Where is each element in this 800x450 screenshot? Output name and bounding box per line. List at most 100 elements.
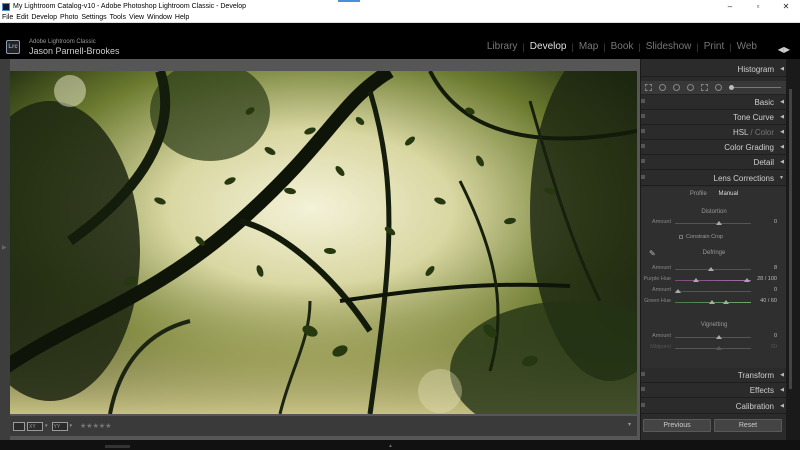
panel-toggle-icon[interactable] [641, 403, 645, 407]
red-eye-tool-icon[interactable] [673, 84, 680, 91]
slider-knob-right[interactable] [723, 300, 729, 304]
menu-develop[interactable]: Develop [31, 14, 57, 21]
slider-value[interactable]: 28 / 100 [757, 276, 777, 282]
collapse-top-arrow-icon[interactable]: ◀▶ [778, 45, 790, 54]
menu-tools[interactable]: Tools [110, 14, 126, 21]
crop-tool-icon[interactable] [645, 84, 652, 91]
panel-lens-corrections[interactable]: Lens Corrections ▼ [641, 171, 787, 186]
collapse-triangle-icon: ◀ [780, 129, 784, 135]
masking-tool-icon[interactable] [687, 84, 694, 91]
module-map[interactable]: Map [574, 41, 603, 52]
panel-toggle-icon[interactable] [641, 129, 645, 133]
spot-removal-tool-icon[interactable] [659, 84, 666, 91]
photo-preview[interactable] [10, 71, 637, 414]
compare-view-caret-icon[interactable]: ▾ [45, 423, 48, 429]
loupe-view-button[interactable] [13, 421, 25, 431]
maximize-icon[interactable]: ▫ [744, 2, 772, 11]
panel-detail[interactable]: Detail ◀ [641, 155, 787, 170]
panel-hsl-color[interactable]: HSL / Color ◀ [641, 125, 787, 140]
vignetting-midpoint-slider[interactable]: Midpoint 50 [641, 344, 787, 352]
module-web[interactable]: Web [732, 41, 762, 52]
panel-toggle-icon[interactable] [641, 114, 645, 118]
slider-track[interactable] [675, 337, 751, 338]
right-panel-scrollbar[interactable] [786, 59, 800, 440]
module-slideshow[interactable]: Slideshow [641, 41, 697, 52]
collapse-triangle-icon: ◀ [780, 66, 784, 72]
defringe-green-amount-slider[interactable]: Amount 0 [641, 287, 787, 295]
expand-left-arrow-icon: ▶ [2, 245, 7, 251]
slider-track[interactable] [675, 291, 751, 292]
slider-value[interactable]: 50 [771, 344, 777, 350]
slider-track[interactable] [675, 348, 751, 349]
top-panel-toggle-icon[interactable]: ▲ [390, 61, 396, 67]
previous-button[interactable]: Previous [643, 419, 711, 432]
green-hue-slider[interactable]: Green Hue 40 / 60 [641, 298, 787, 306]
menu-view[interactable]: View [129, 14, 144, 21]
slider-knob[interactable] [708, 267, 714, 271]
survey-view-caret-icon[interactable]: ▾ [70, 423, 73, 429]
panel-transform[interactable]: Transform ◀ [641, 368, 787, 383]
panel-basic[interactable]: Basic ◀ [641, 95, 787, 110]
slider-track[interactable] [675, 280, 751, 281]
panel-toggle-icon[interactable] [641, 144, 645, 148]
left-panel-collapse[interactable]: ▶ [0, 59, 10, 440]
panel-toggle-icon[interactable] [641, 175, 645, 179]
slider-track[interactable] [675, 223, 751, 224]
slider-value[interactable]: 0 [774, 219, 777, 225]
panel-toggle-icon[interactable] [641, 387, 645, 391]
slider-value[interactable]: 40 / 60 [760, 298, 777, 304]
scrollbar-thumb[interactable] [789, 89, 792, 389]
radial-filter-icon[interactable] [715, 84, 722, 91]
minimize-icon[interactable]: – [716, 2, 744, 11]
panel-histogram[interactable]: Histogram ◀ [641, 62, 787, 77]
menu-edit[interactable]: Edit [16, 14, 28, 21]
panel-toggle-icon[interactable] [641, 99, 645, 103]
expand-filmstrip-arrow-icon[interactable]: ▲ [388, 443, 393, 449]
panel-calibration[interactable]: Calibration ◀ [641, 399, 787, 414]
tab-profile[interactable]: Profile [690, 191, 707, 197]
menu-photo[interactable]: Photo [60, 14, 78, 21]
slider-knob-left[interactable] [709, 300, 715, 304]
distortion-amount-slider[interactable]: Amount 0 [641, 219, 787, 227]
color-label[interactable]: Color [755, 128, 774, 137]
menu-settings[interactable]: Settings [81, 14, 106, 21]
panel-toggle-icon[interactable] [641, 372, 645, 376]
slider-knob[interactable] [716, 346, 722, 350]
tab-manual[interactable]: Manual [719, 191, 739, 197]
slider-knob-right[interactable] [744, 278, 750, 282]
vignetting-amount-slider[interactable]: Amount 0 [641, 333, 787, 341]
defringe-purple-amount-slider[interactable]: Amount 8 [641, 265, 787, 273]
module-print[interactable]: Print [699, 41, 730, 52]
purple-hue-slider[interactable]: Purple Hue 28 / 100 [641, 276, 787, 284]
panel-toggle-icon[interactable] [641, 159, 645, 163]
slider-value[interactable]: 0 [774, 333, 777, 339]
close-icon[interactable]: ✕ [772, 2, 800, 11]
star-rating[interactable]: ★★★★★ [80, 422, 111, 430]
slider-knob[interactable] [716, 335, 722, 339]
menu-window[interactable]: Window [147, 14, 172, 21]
slider-knob-left[interactable] [693, 278, 699, 282]
graduated-filter-icon[interactable] [701, 84, 708, 91]
compare-view-button[interactable]: XY [27, 421, 43, 431]
module-library[interactable]: Library [482, 41, 523, 52]
filmstrip-collapse-bar[interactable]: ▲ [0, 440, 800, 450]
histogram-label: Histogram [737, 65, 774, 74]
hsl-label[interactable]: HSL [733, 128, 748, 137]
module-book[interactable]: Book [606, 41, 639, 52]
module-develop[interactable]: Develop [525, 41, 572, 52]
panel-color-grading[interactable]: Color Grading ◀ [641, 140, 787, 155]
slider-knob[interactable] [675, 289, 681, 293]
tool-strip-slider[interactable] [729, 85, 781, 90]
slider-knob[interactable] [729, 85, 734, 90]
panel-effects[interactable]: Effects ◀ [641, 383, 787, 398]
constrain-crop-checkbox[interactable] [679, 235, 683, 239]
toolbar-content-menu-icon[interactable]: ▾ [628, 421, 631, 428]
panel-tone-curve[interactable]: Tone Curve ◀ [641, 110, 787, 125]
menu-file[interactable]: File [2, 14, 13, 21]
slider-knob[interactable] [716, 221, 722, 225]
reset-button[interactable]: Reset [714, 419, 782, 432]
menu-help[interactable]: Help [175, 14, 189, 21]
survey-view-button[interactable]: YY [51, 421, 68, 431]
slider-value[interactable]: 8 [774, 265, 777, 271]
slider-value[interactable]: 0 [774, 287, 777, 293]
